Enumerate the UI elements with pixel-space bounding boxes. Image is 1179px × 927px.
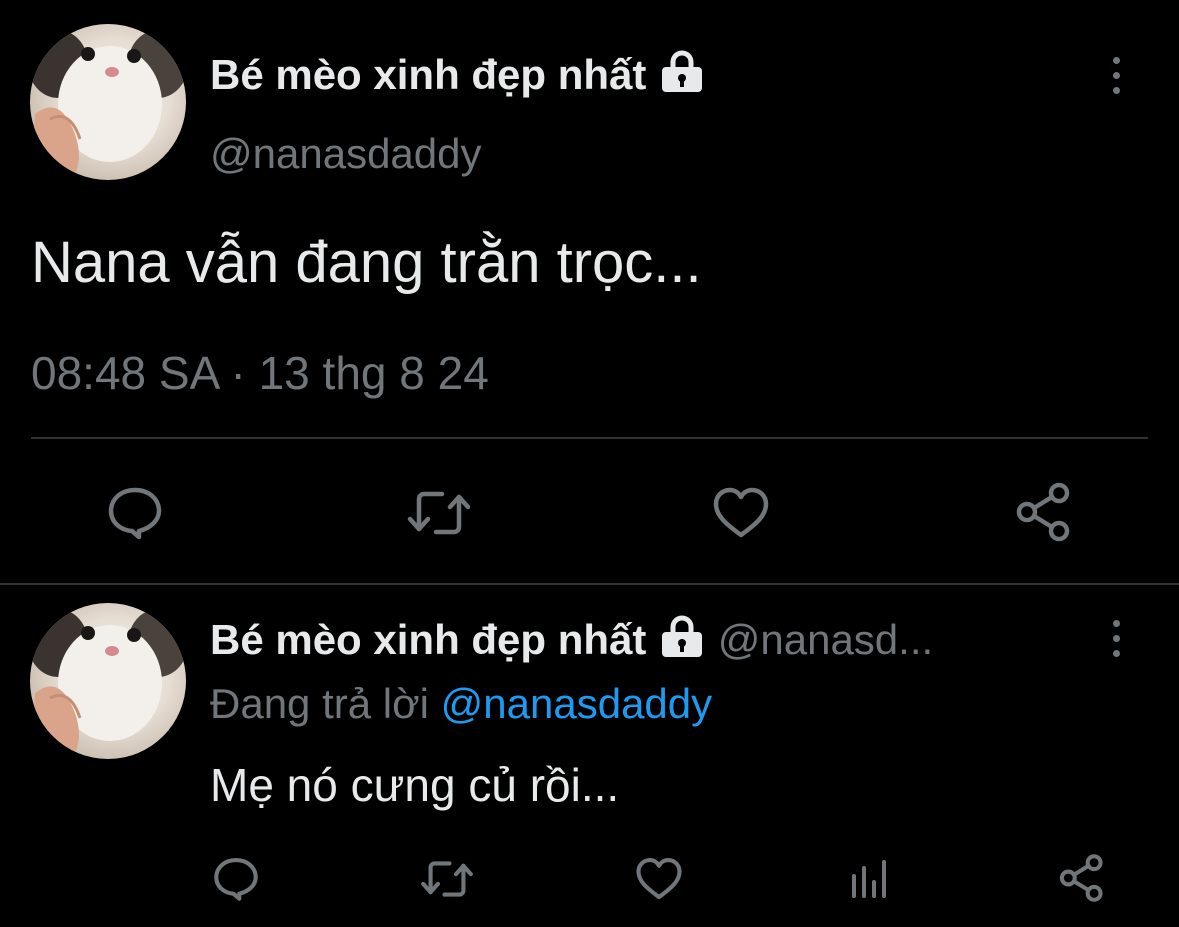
cat-avatar-image <box>30 30 186 180</box>
reply-display-name[interactable]: Bé mèo xinh đẹp nhất <box>210 616 646 663</box>
avatar[interactable] <box>30 24 186 180</box>
share-icon[interactable] <box>1013 481 1075 543</box>
handle[interactable]: @nanasdaddy <box>210 128 482 180</box>
cat-avatar-image <box>30 609 186 759</box>
tweet-text: Nana vẫn đang trằn trọc... <box>31 230 702 295</box>
like-icon[interactable] <box>634 856 684 902</box>
replying-to-link[interactable]: @nanasdaddy <box>441 680 713 727</box>
replying-to-line: Đang trả lời @nanasdaddy <box>210 678 712 730</box>
divider <box>31 437 1148 439</box>
more-vertical-icon[interactable] <box>1110 57 1122 94</box>
lock-icon <box>658 615 706 671</box>
retweet-icon[interactable] <box>418 856 476 902</box>
reply-icon[interactable] <box>106 485 164 541</box>
display-name[interactable]: Bé mèo xinh đẹp nhất <box>210 50 706 105</box>
timestamp[interactable]: 08:48 SA · 13 thg 8 24 <box>31 345 489 401</box>
reply-text: Mẹ nó cưng củ rồi... <box>210 759 620 811</box>
retweet-icon[interactable] <box>404 485 474 541</box>
share-icon[interactable] <box>1057 853 1107 903</box>
section-divider <box>0 583 1179 585</box>
lock-icon <box>658 50 706 105</box>
replying-prefix: Đang trả lời <box>210 680 429 727</box>
display-name-text: Bé mèo xinh đẹp nhất <box>210 51 647 98</box>
reply-handle[interactable]: @nanasd... <box>718 616 933 663</box>
like-icon[interactable] <box>711 485 771 541</box>
analytics-icon[interactable] <box>848 856 892 902</box>
reply-header: Bé mèo xinh đẹp nhất @nanasd... <box>210 614 933 671</box>
reply-icon[interactable] <box>212 856 260 902</box>
reply-avatar[interactable] <box>30 603 186 759</box>
more-vertical-icon[interactable] <box>1110 620 1122 657</box>
